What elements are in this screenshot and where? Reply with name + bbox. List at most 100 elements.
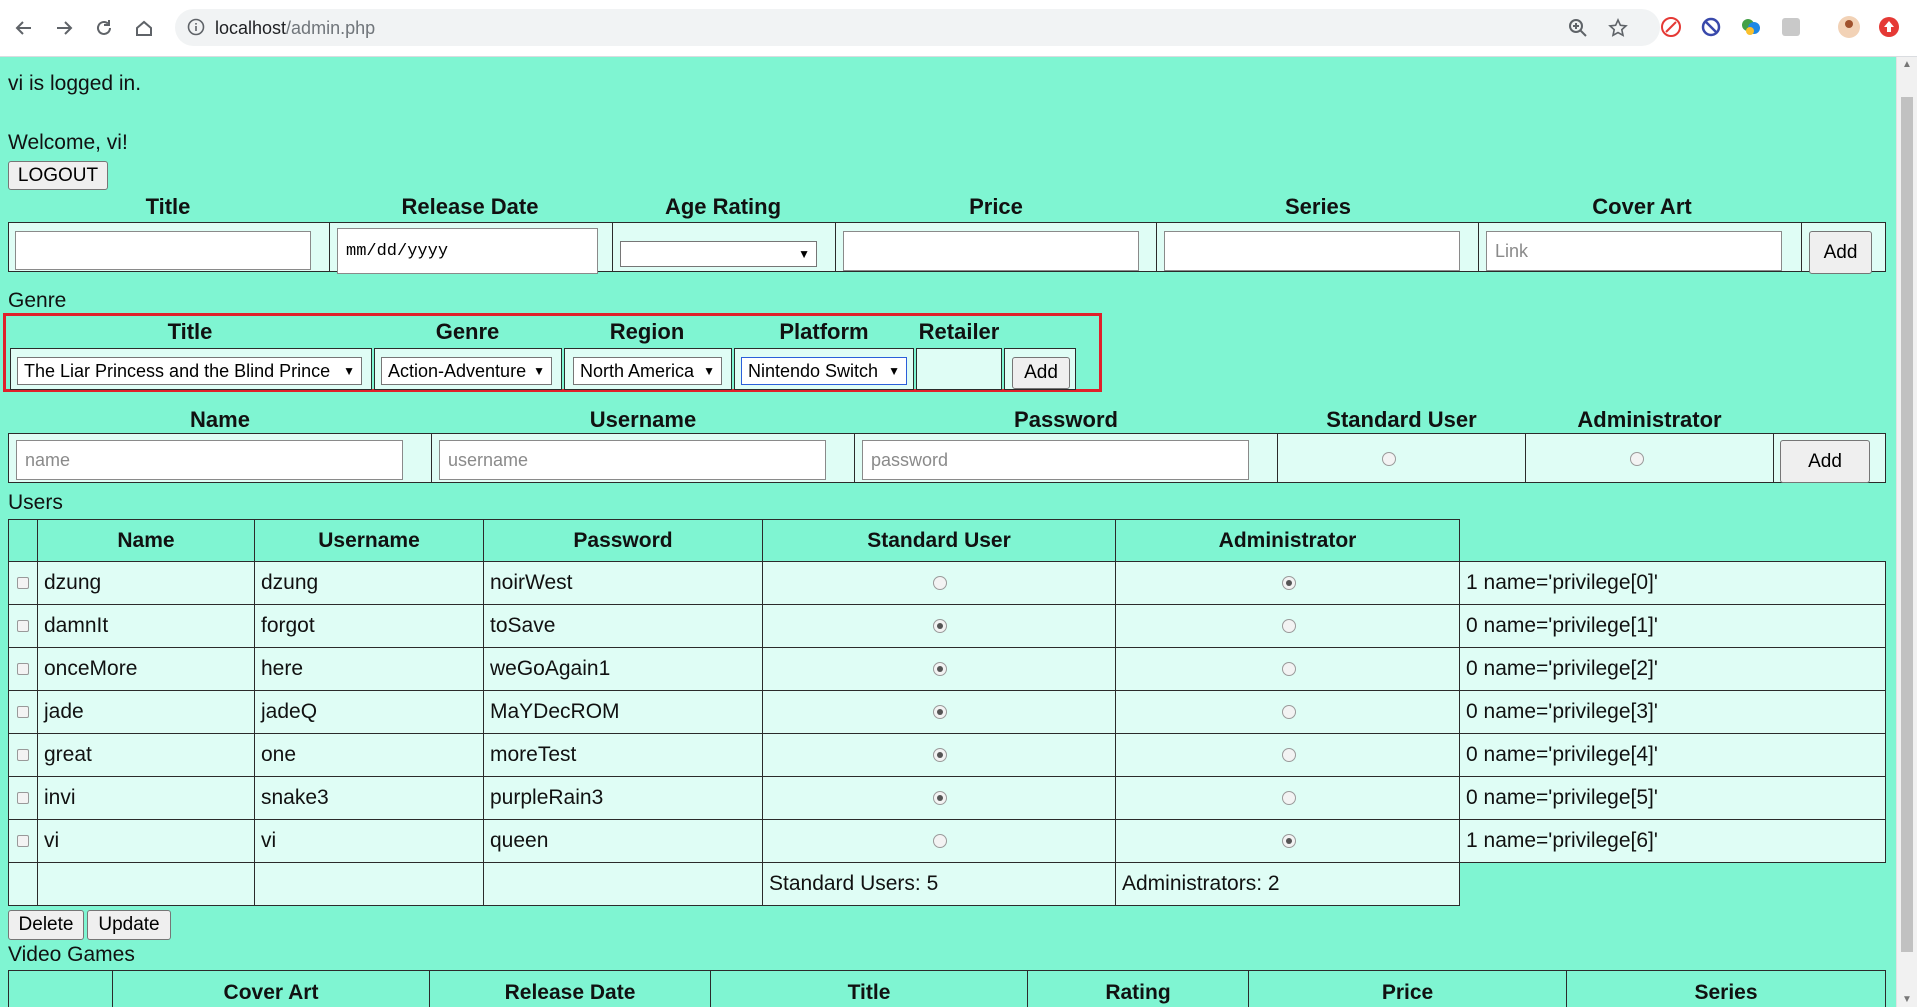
genre-form-header-retailer: Retailer xyxy=(918,319,1000,344)
genre-form-header-genre: Genre xyxy=(435,319,500,344)
user-name-cell: jade xyxy=(37,690,255,734)
user-username-cell: one xyxy=(254,733,484,777)
extension-icon-3[interactable] xyxy=(1739,15,1763,39)
browser-toolbar: localhost/admin.php xyxy=(0,0,1917,57)
privilege-note: 0 name='privilege[5]' xyxy=(1459,776,1886,820)
genre-form-header-title: Title xyxy=(167,319,213,344)
administrator-radio[interactable] xyxy=(1281,834,1296,848)
game-form-header-release-date: Release Date xyxy=(401,194,539,219)
standard-user-cell xyxy=(762,561,1116,605)
standard-user-radio[interactable] xyxy=(933,748,947,762)
administrator-cell xyxy=(1115,647,1460,691)
price-input[interactable] xyxy=(843,231,1139,271)
zoom-icon[interactable] xyxy=(1568,18,1588,38)
extension-icon-1[interactable] xyxy=(1659,15,1683,39)
user-password-cell: queen xyxy=(483,819,763,863)
reload-icon[interactable] xyxy=(90,14,118,42)
row-select-checkbox[interactable] xyxy=(17,835,29,847)
welcome-message: Welcome, vi! xyxy=(8,131,128,154)
administrator-radio[interactable] xyxy=(1281,791,1296,805)
genre-form-cell xyxy=(916,348,1002,390)
games-table-header-rating: Rating xyxy=(1027,970,1249,1007)
game-title-input[interactable] xyxy=(15,231,311,270)
back-arrow-icon[interactable] xyxy=(10,14,38,42)
info-icon[interactable] xyxy=(187,18,205,36)
user-username-cell: vi xyxy=(254,819,484,863)
extension-icon-2[interactable] xyxy=(1699,15,1723,39)
administrator-cell xyxy=(1115,733,1460,777)
cover-art-input[interactable]: Link xyxy=(1486,231,1782,271)
row-select-checkbox[interactable] xyxy=(17,577,29,589)
chevron-down-icon: ▼ xyxy=(888,364,900,378)
standard-user-radio[interactable] xyxy=(1382,452,1396,466)
administrator-radio[interactable] xyxy=(1281,619,1296,633)
user-password-cell: purpleRain3 xyxy=(483,776,763,820)
standard-user-radio[interactable] xyxy=(933,619,947,633)
row-select-checkbox[interactable] xyxy=(17,663,29,675)
genre-form-header-region: Region xyxy=(609,319,685,344)
username-input[interactable]: username xyxy=(439,440,826,480)
region-select[interactable]: North America ▼ xyxy=(573,357,722,385)
game-title-select[interactable]: The Liar Princess and the Blind Prince ▼ xyxy=(17,357,362,385)
standard-user-radio[interactable] xyxy=(933,705,947,719)
privilege-note: 0 name='privilege[3]' xyxy=(1459,690,1886,734)
platform-select[interactable]: Nintendo Switch ▼ xyxy=(741,357,907,385)
scrollbar-thumb[interactable] xyxy=(1901,97,1913,952)
name-input[interactable]: name xyxy=(16,440,403,480)
standard-user-radio[interactable] xyxy=(933,834,947,848)
administrator-radio[interactable] xyxy=(1281,576,1296,590)
privilege-note: 0 name='privilege[1]' xyxy=(1459,604,1886,648)
scroll-down-icon[interactable]: ▼ xyxy=(1902,994,1912,1005)
standard-user-radio[interactable] xyxy=(933,662,947,676)
standard-user-cell xyxy=(762,604,1116,648)
genre-label: Genre xyxy=(8,289,67,312)
administrator-cell xyxy=(1115,776,1460,820)
extension-icon-4[interactable] xyxy=(1779,15,1803,39)
administrator-radio[interactable] xyxy=(1281,748,1296,762)
administrator-cell xyxy=(1115,604,1460,648)
user-username-cell: dzung xyxy=(254,561,484,605)
user-name-cell: damnIt xyxy=(37,604,255,648)
add-user-button[interactable]: Add xyxy=(1780,440,1870,483)
scroll-up-icon[interactable]: ▲ xyxy=(1902,59,1912,70)
release-date-input[interactable]: mm/dd/yyyy xyxy=(337,228,598,274)
administrator-radio[interactable] xyxy=(1630,452,1644,466)
add-genre-button[interactable]: Add xyxy=(1012,357,1070,389)
password-input[interactable]: password xyxy=(862,440,1249,480)
profile-avatar-icon[interactable] xyxy=(1837,15,1861,39)
standard-user-radio[interactable] xyxy=(933,576,947,590)
row-select-checkbox[interactable] xyxy=(17,706,29,718)
users-header-select xyxy=(8,519,38,562)
row-select-checkbox[interactable] xyxy=(17,792,29,804)
administrator-cell xyxy=(1115,561,1460,605)
chevron-down-icon: ▼ xyxy=(343,364,355,378)
administrator-radio[interactable] xyxy=(1281,662,1296,676)
address-bar[interactable]: localhost/admin.php xyxy=(175,9,1660,46)
administrator-cell xyxy=(1115,690,1460,734)
forward-arrow-icon[interactable] xyxy=(50,14,78,42)
row-select-checkbox[interactable] xyxy=(17,620,29,632)
table-cell xyxy=(8,690,38,734)
user-username-cell: here xyxy=(254,647,484,691)
user-username-cell: jadeQ xyxy=(254,690,484,734)
administrator-radio[interactable] xyxy=(1281,705,1296,719)
delete-button[interactable]: Delete xyxy=(8,910,84,940)
add-game-button[interactable]: Add xyxy=(1809,231,1872,274)
update-button[interactable]: Update xyxy=(87,910,171,940)
home-icon[interactable] xyxy=(130,14,158,42)
vertical-scrollbar[interactable]: ▲ ▼ xyxy=(1896,57,1917,1007)
row-select-checkbox[interactable] xyxy=(17,749,29,761)
update-icon[interactable] xyxy=(1877,15,1901,39)
user-password-cell: weGoAgain1 xyxy=(483,647,763,691)
age-rating-select[interactable]: ▼ xyxy=(620,241,817,267)
genre-select[interactable]: Action-Adventure ▼ xyxy=(381,357,552,385)
logout-button[interactable]: LOGOUT xyxy=(8,161,108,190)
page-content: vi is logged in. Welcome, vi! LOGOUT Tit… xyxy=(0,57,1917,1007)
standard-user-cell xyxy=(762,690,1116,734)
platform-select-value: Nintendo Switch xyxy=(748,360,879,381)
standard-user-radio[interactable] xyxy=(933,791,947,805)
user-name-cell: dzung xyxy=(37,561,255,605)
series-input[interactable] xyxy=(1164,231,1460,271)
star-icon[interactable] xyxy=(1608,18,1628,38)
url-text: localhost/admin.php xyxy=(215,18,375,39)
